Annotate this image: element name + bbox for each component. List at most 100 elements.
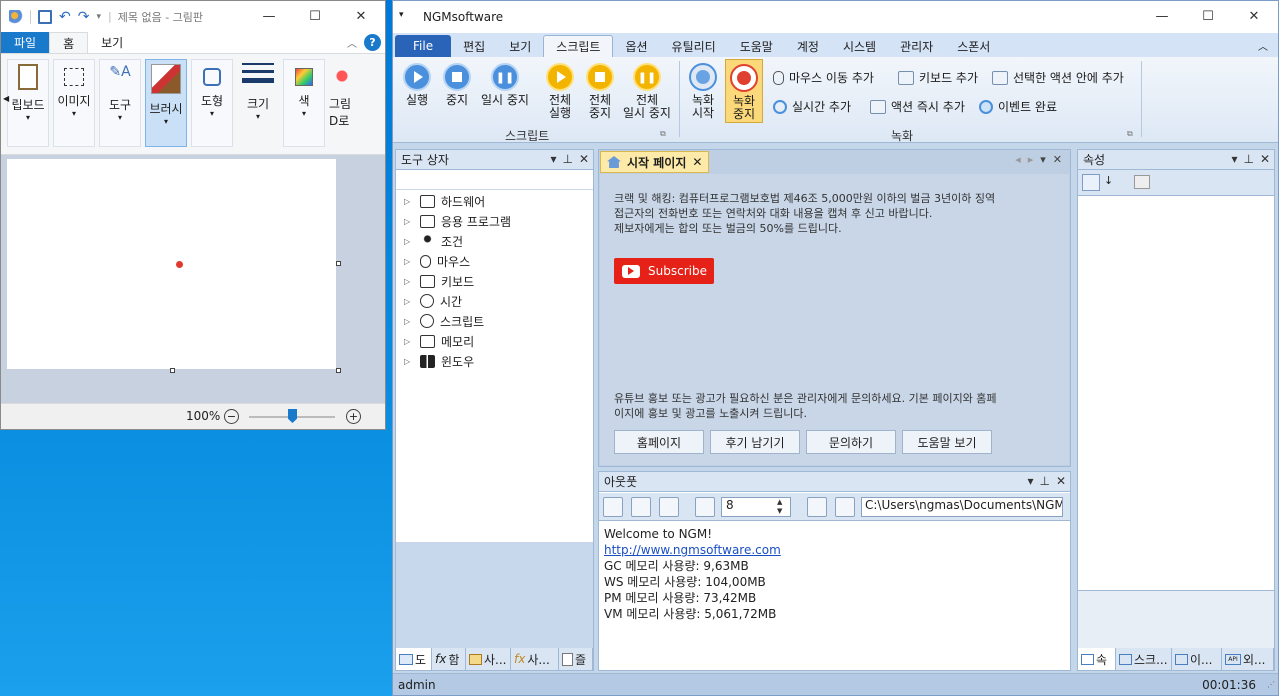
menu-options[interactable]: 옵션 — [613, 35, 659, 57]
review-button[interactable]: 후기 남기기 — [710, 430, 800, 454]
close-icon[interactable]: ✕ — [579, 152, 589, 166]
menu-script[interactable]: 스크립트 — [543, 35, 614, 57]
add-keyboard-button[interactable]: 키보드 추가 — [898, 69, 978, 86]
bottom-tab-toolbox[interactable]: 도 — [396, 648, 432, 670]
menu-view[interactable]: 보기 — [497, 35, 543, 57]
bottom-tab-api[interactable]: API 외... — [1222, 648, 1274, 670]
customize-arrow-icon[interactable]: ▾ — [96, 12, 101, 22]
homepage-button[interactable]: 홈페이지 — [614, 430, 704, 454]
pin-icon[interactable]: ⊥ — [1243, 152, 1253, 166]
event-complete-button[interactable]: 이벤트 완료 — [979, 98, 1057, 115]
bottom-tab-user-function[interactable]: fx 사... — [511, 648, 559, 670]
resize-handle-right[interactable] — [336, 261, 341, 266]
menu-account[interactable]: 계정 — [785, 35, 831, 57]
stop-all-button[interactable]: 전체 중지 — [583, 63, 617, 120]
add-mouse-move-button[interactable]: 마우스 이동 추가 — [773, 69, 874, 86]
menu-sponsor[interactable]: 스폰서 — [945, 35, 1002, 57]
folder-icon[interactable] — [835, 497, 855, 517]
tree-item-application[interactable]: ▷ 응용 프로그램 — [404, 212, 511, 230]
toolbox-search-input[interactable] — [396, 170, 593, 190]
zoom-out-icon[interactable]: − — [224, 409, 239, 424]
menu-lines-icon[interactable] — [659, 497, 679, 517]
maximize-button[interactable]: ☐ — [292, 1, 338, 32]
close-icon[interactable]: ✕ — [1053, 153, 1062, 166]
size-group[interactable]: 크기 ▾ — [237, 59, 279, 147]
menu-help[interactable]: 도움말 — [728, 35, 785, 57]
scroll-right-icon[interactable]: ▸ — [1028, 153, 1034, 166]
bottom-tab-properties[interactable]: 속 — [1078, 648, 1116, 670]
record-group-launcher-icon[interactable]: ⧉ — [1127, 129, 1133, 139]
menu-admin[interactable]: 관리자 — [888, 35, 945, 57]
save-icon[interactable] — [807, 497, 827, 517]
colors-group[interactable]: 색 ▾ — [283, 59, 325, 147]
resize-grip-icon[interactable]: ⋰ — [1267, 680, 1275, 689]
paint3d-group[interactable]: 그림 D로 — [329, 59, 359, 147]
add-in-selected-action-button[interactable]: 선택한 액션 안에 추가 — [992, 69, 1124, 86]
close-button[interactable]: ✕ — [338, 1, 384, 32]
inquiry-button[interactable]: 문의하기 — [806, 430, 896, 454]
menu-utility[interactable]: 유틸리티 — [660, 35, 728, 57]
record-stop-button[interactable]: 녹화 중지 — [725, 59, 763, 123]
clean-icon[interactable] — [603, 497, 623, 517]
undo-icon[interactable]: ↶ — [59, 9, 71, 25]
dropdown-icon[interactable]: ▾ — [1231, 152, 1237, 166]
close-icon[interactable]: ✕ — [1260, 152, 1270, 166]
dropdown-icon[interactable]: ▾ — [550, 152, 556, 166]
tree-item-window[interactable]: ▷ 윈도우 — [404, 352, 474, 370]
tree-item-memory[interactable]: ▷ 메모리 — [404, 332, 474, 350]
system-menu-icon[interactable]: ▾ — [399, 10, 404, 20]
pin-icon[interactable]: ⊥ — [1039, 474, 1049, 488]
tree-item-time[interactable]: ▷ 시간 — [404, 292, 462, 310]
dropdown-icon[interactable]: ▾ — [1040, 153, 1046, 166]
ribbon-scroll-left-icon[interactable]: ◀ — [3, 94, 9, 103]
resize-handle-corner[interactable] — [336, 368, 341, 373]
collapse-ribbon-icon[interactable]: ︿ — [347, 35, 357, 50]
help-button[interactable]: 도움말 보기 — [902, 430, 992, 454]
close-icon[interactable]: ✕ — [1056, 474, 1066, 488]
menu-edit[interactable]: 편집 — [451, 35, 497, 57]
youtube-subscribe-button[interactable]: Subscribe — [614, 258, 714, 284]
stop-button[interactable]: 중지 — [441, 63, 473, 107]
tree-item-script[interactable]: ▷ 스크립트 — [404, 312, 484, 330]
sort-alpha-icon[interactable]: ↓ — [1104, 174, 1113, 187]
property-pages-icon[interactable] — [1134, 175, 1150, 189]
menu-system[interactable]: 시스템 — [831, 35, 888, 57]
categorized-icon[interactable] — [1082, 174, 1100, 191]
tab-home[interactable]: 홈 — [49, 32, 89, 53]
add-realtime-button[interactable]: 실시간 추가 — [773, 98, 851, 115]
clipboard-group[interactable]: 립보드 ▾ — [7, 59, 49, 147]
ngm-maximize-button[interactable]: ☐ — [1185, 1, 1231, 32]
script-group-launcher-icon[interactable]: ⧉ — [660, 129, 666, 139]
dropdown-icon[interactable]: ▾ — [1027, 474, 1033, 488]
shapes-group[interactable]: 도형 ▾ — [191, 59, 233, 147]
bottom-tab-script[interactable]: 스크... — [1116, 648, 1172, 670]
image-group[interactable]: 이미지 ▾ — [53, 59, 95, 147]
tree-item-keyboard[interactable]: ▷ 키보드 — [404, 272, 474, 290]
spinner-icon[interactable]: ▲ ▼ — [777, 498, 782, 516]
pin-icon[interactable]: ⊥ — [562, 152, 572, 166]
tree-item-mouse[interactable]: ▷ 마우스 — [404, 252, 470, 270]
pause-all-button[interactable]: ❚❚ 전체 일시 중지 — [619, 63, 675, 120]
bottom-tab-image[interactable]: 이... — [1172, 648, 1222, 670]
brush-group[interactable]: 브러시 ▾ — [145, 59, 187, 147]
bottom-tab-function[interactable]: fx 함 — [432, 648, 466, 670]
eraser-icon[interactable] — [695, 497, 715, 517]
redo-icon[interactable]: ↷ — [78, 9, 90, 25]
tree-item-condition[interactable]: ▷ 조건 — [404, 232, 463, 250]
resize-handle-bottom[interactable] — [170, 368, 175, 373]
ngm-minimize-button[interactable]: — — [1139, 1, 1185, 32]
website-link[interactable]: http://www.ngmsoftware.com — [604, 543, 781, 557]
drawing-canvas[interactable] — [7, 159, 336, 369]
scroll-left-icon[interactable]: ◂ — [1015, 153, 1021, 166]
tab-view[interactable]: 보기 — [88, 32, 136, 53]
zoom-in-icon[interactable]: + — [346, 409, 361, 424]
record-start-button[interactable]: 녹화 시작 — [687, 63, 719, 120]
log-file-icon[interactable] — [631, 497, 651, 517]
tree-item-hardware[interactable]: ▷ 하드웨어 — [404, 192, 485, 210]
minimize-button[interactable]: — — [246, 1, 292, 32]
ngm-close-button[interactable]: ✕ — [1231, 1, 1277, 32]
add-action-now-button[interactable]: 액션 즉시 추가 — [870, 98, 965, 115]
pause-button[interactable]: ❚❚ 일시 중지 — [477, 63, 533, 107]
bottom-tab-favorites[interactable]: 즐 — [559, 648, 593, 670]
tab-file[interactable]: 파일 — [1, 32, 50, 53]
